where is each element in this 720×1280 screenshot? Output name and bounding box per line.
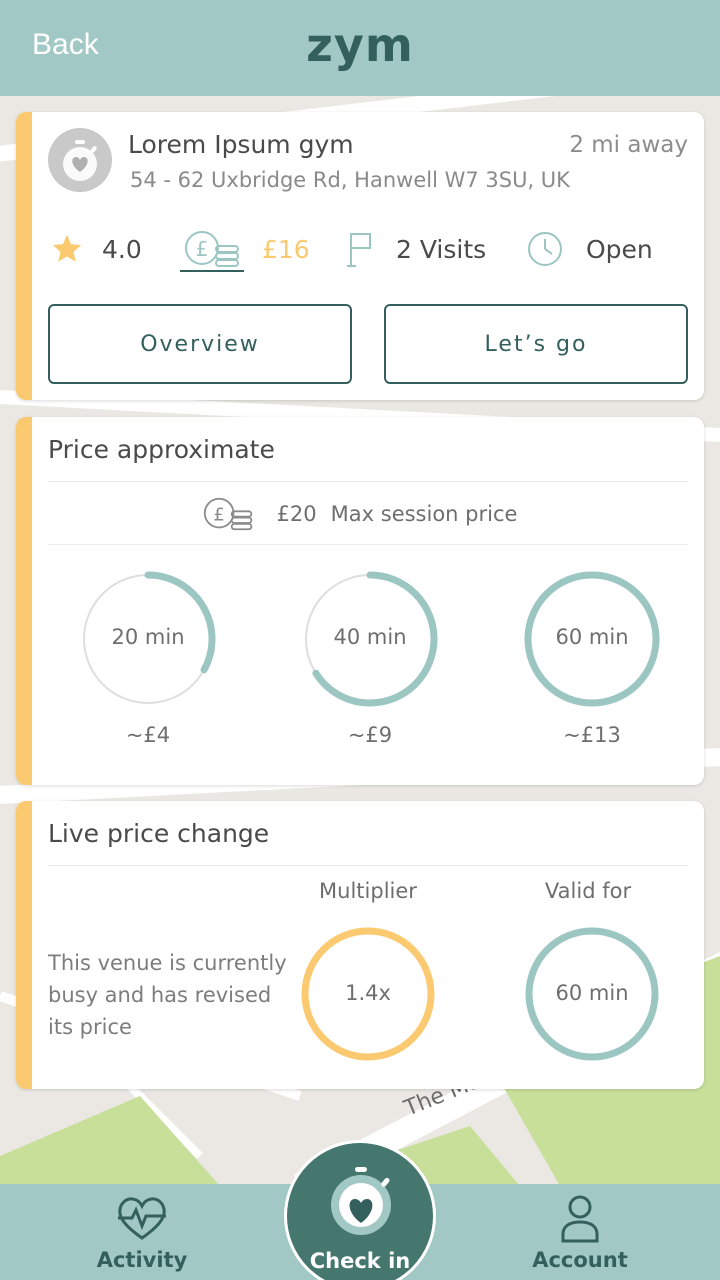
divider [48, 544, 688, 545]
duration-price: ~£13 [563, 723, 621, 747]
app-logo: zym [306, 18, 414, 72]
gym-address: 54 - 62 Uxbridge Rd, Hanwell W7 3SU, UK [130, 168, 570, 192]
check-in-button[interactable]: Check in [284, 1140, 436, 1280]
card-accent-stripe [16, 417, 32, 785]
price-approximate-card: Price approximate £ £20 Max session pric… [16, 417, 704, 785]
divider [48, 865, 688, 866]
star-icon [52, 234, 82, 262]
duration-price: ~£9 [347, 723, 393, 747]
multiplier-label: Multiplier [319, 879, 417, 903]
duration-label: 60 min [555, 625, 629, 649]
gym-name: Lorem Ipsum gym [128, 130, 354, 159]
nav-account[interactable]: Account [490, 1184, 670, 1280]
nav-account-label: Account [532, 1248, 628, 1272]
clock-icon [528, 232, 562, 266]
gym-distance: 2 mi away [569, 132, 688, 158]
visits-stat: 2 Visits [346, 226, 486, 272]
rating-stat: 4.0 [50, 226, 142, 272]
lets-go-button[interactable]: Let’s go [384, 304, 688, 384]
multiplier-value: 1.4x [345, 981, 391, 1005]
flag-icon [347, 233, 371, 267]
live-price-description: This venue is currently busy and has rev… [48, 951, 287, 1039]
pound-coins-icon: £ [203, 497, 252, 531]
gym-summary-card: Lorem Ipsum gym 2 mi away 54 - 62 Uxbrid… [16, 112, 704, 400]
live-price-change-card: Live price change This venue is currentl… [16, 801, 704, 1089]
heart-stopwatch-icon [331, 1167, 391, 1235]
duration-price: ~£4 [125, 723, 171, 747]
price-value: £16 [262, 234, 310, 264]
valid-for-label: Valid for [544, 879, 632, 903]
svg-text:£: £ [196, 237, 209, 261]
max-session-price: £ £20 Max session price [16, 495, 704, 533]
live-price-title: Live price change [48, 819, 270, 848]
heart-pulse-icon [118, 1197, 166, 1240]
check-in-label: Check in [309, 1249, 411, 1273]
divider [48, 481, 688, 482]
top-bar: Back zym [0, 0, 720, 96]
duration-label: 20 min [111, 625, 185, 649]
duration-label: 40 min [333, 625, 407, 649]
valid-for-value: 60 min [555, 981, 629, 1005]
nav-activity[interactable]: Activity [52, 1184, 232, 1280]
price-stat[interactable]: £ £16 [184, 226, 310, 272]
rating-value: 4.0 [102, 234, 142, 264]
heart-stopwatch-icon [63, 140, 97, 181]
card-accent-stripe [16, 112, 32, 400]
overview-button[interactable]: Overview [48, 304, 352, 384]
status-value: Open [586, 234, 653, 264]
svg-text:£: £ [213, 504, 224, 525]
price-approximate-title: Price approximate [48, 435, 275, 464]
card-accent-stripe [16, 801, 32, 1089]
person-icon [561, 1195, 599, 1243]
max-price-label: Max session price [330, 502, 518, 526]
nav-activity-label: Activity [96, 1248, 188, 1272]
status-stat: Open [526, 226, 653, 272]
pound-coins-icon: £ [185, 231, 239, 267]
visits-value: 2 Visits [396, 234, 487, 264]
price-selected-indicator [180, 270, 244, 272]
gym-avatar [48, 128, 112, 192]
max-price-value: £20 [276, 502, 317, 526]
